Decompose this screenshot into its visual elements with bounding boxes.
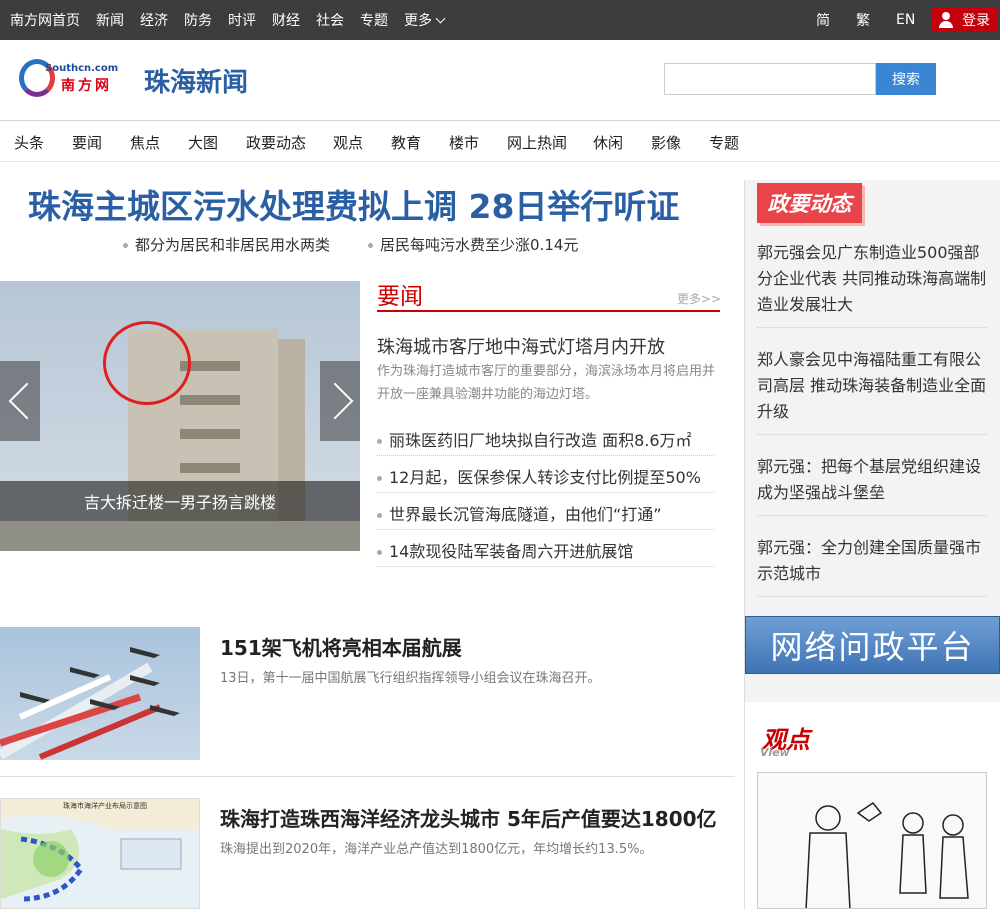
nav-item-hot[interactable]: 网上热闻 — [507, 132, 567, 153]
slide-next-arrow-icon[interactable] — [320, 361, 360, 441]
bullet-icon — [368, 243, 373, 248]
slide-highlight-circle — [103, 321, 191, 405]
top-nav-society[interactable]: 社会 — [316, 10, 344, 30]
yaowen-lead-title[interactable]: 珠海城市客厅地中海式灯塔月内开放 — [377, 333, 665, 359]
slide-prev-arrow-icon[interactable] — [0, 361, 40, 441]
airshow-jets-image — [0, 627, 200, 760]
story-1-title[interactable]: 151架飞机将亮相本届航展 — [220, 632, 462, 661]
top-nav-more[interactable]: 更多 — [404, 10, 446, 30]
login-label: 登录 — [962, 13, 990, 29]
yaowen-title: 要闻 — [377, 284, 423, 310]
list-item[interactable]: 丽珠医药旧厂地块拟自行改造 面积8.6万㎡ — [377, 419, 714, 456]
headline-sub-1[interactable]: 都分为居民和非居民用水两类 — [123, 234, 330, 255]
site-logo[interactable]: Southcn.com 南方网 — [19, 57, 124, 99]
marine-map-graphic — [1, 799, 199, 902]
wenzheng-platform-banner[interactable]: 网络问政平台 — [745, 616, 1000, 674]
top-nav-home[interactable]: 南方网首页 — [10, 10, 80, 30]
search-input[interactable] — [664, 63, 876, 95]
lang-english[interactable]: EN — [896, 0, 915, 40]
cartoon-figures-image — [805, 801, 969, 908]
sidebar-item-3[interactable]: 郭元强：把每个基层党组织建设成为坚强战斗堡垒 — [757, 454, 987, 516]
nav-item-specials[interactable]: 专题 — [709, 132, 739, 153]
bullet-icon — [123, 243, 128, 248]
marine-map-image[interactable]: 珠海市海洋产业布局示意图 — [0, 798, 200, 909]
nav-item-pictures[interactable]: 大图 — [188, 132, 218, 153]
politics-badge: 政要动态 — [757, 183, 862, 223]
nav-item-focus[interactable]: 焦点 — [130, 132, 160, 153]
story-1-desc: 13日，第十一届中国航展飞行组织指挥领导小组会议在珠海召开。 — [220, 671, 601, 686]
story-2-desc: 珠海提出到2020年，海洋产业总产值达到1800亿元，年均增长约13.5%。 — [220, 842, 653, 857]
story-divider — [0, 776, 735, 777]
search-button[interactable]: 搜索 — [876, 63, 936, 95]
bullet-icon — [377, 550, 382, 555]
top-bar: 南方网首页 新闻 经济 防务 时评 财经 社会 专题 更多 简 繁 EN 登录 — [0, 0, 1000, 40]
top-nav-defense[interactable]: 防务 — [184, 10, 212, 30]
headline-title[interactable]: 珠海主城区污水处理费拟上调 28日举行听证 — [28, 180, 679, 228]
list-item[interactable]: 世界最长沉管海底隧道，由他们“打通” — [377, 493, 714, 530]
sidebar-item-1[interactable]: 郭元强会见广东制造业500强部分企业代表 共同推动珠海高端制造业发展壮大 — [757, 240, 987, 328]
top-nav-more-label: 更多 — [404, 13, 432, 29]
airshow-image[interactable] — [0, 627, 200, 760]
chevron-down-icon — [435, 13, 446, 24]
nav-item-headlines[interactable]: 头条 — [14, 132, 44, 153]
photo-slideshow[interactable]: 吉大拆迁楼一男子扬言跳楼 — [0, 281, 360, 551]
bullet-icon — [377, 513, 382, 518]
logo-cn-text: 南方网 — [61, 78, 112, 94]
top-nav-finance[interactable]: 财经 — [272, 10, 300, 30]
headline-sub-1-text: 都分为居民和非居民用水两类 — [135, 236, 331, 254]
nav-item-leisure[interactable]: 休闲 — [593, 132, 623, 153]
nav-item-opinion[interactable]: 观点 — [333, 132, 363, 153]
list-item-text: 14款现役陆军装备周六开进航展馆 — [389, 542, 634, 561]
bullet-icon — [377, 476, 382, 481]
nav-item-property[interactable]: 楼市 — [449, 132, 479, 153]
headline-sub-2-text: 居民每吨污水费至少涨0.14元 — [380, 236, 579, 254]
sidebar-item-2[interactable]: 郑人豪会见中海福陆重工有限公司高层 推动珠海装备制造业全面升级 — [757, 347, 987, 435]
top-nav-economy[interactable]: 经济 — [140, 10, 168, 30]
nav-item-education[interactable]: 教育 — [391, 132, 421, 153]
yaowen-divider — [377, 310, 720, 312]
list-item-text: 12月起，医保参保人转诊支付比例提至50% — [389, 468, 701, 487]
list-item[interactable]: 12月起，医保参保人转诊支付比例提至50% — [377, 456, 714, 493]
yaowen-lead-desc: 作为珠海打造城市客厅的重要部分，海滨泳场本月将启用并开放一座兼具验潮井功能的海边… — [377, 364, 716, 402]
top-nav-news[interactable]: 新闻 — [96, 10, 124, 30]
list-item[interactable]: 14款现役陆军装备周六开进航展馆 — [377, 530, 714, 567]
page-title: 珠海新闻 — [144, 68, 249, 98]
sidebar-item-4[interactable]: 郭元强：全力创建全国质量强市示范城市 — [757, 535, 987, 597]
top-nav-commentary[interactable]: 时评 — [228, 10, 256, 30]
slide-balcony — [180, 463, 240, 473]
lang-simplified[interactable]: 简 — [816, 0, 830, 40]
nav-item-important[interactable]: 要闻 — [72, 132, 102, 153]
nav-item-images[interactable]: 影像 — [651, 132, 681, 153]
lang-traditional[interactable]: 繁 — [856, 0, 870, 40]
user-icon — [938, 12, 954, 28]
top-nav: 南方网首页 新闻 经济 防务 时评 财经 社会 专题 更多 — [10, 0, 460, 40]
list-item-text: 丽珠医药旧厂地块拟自行改造 面积8.6万㎡ — [389, 431, 692, 450]
bullet-icon — [377, 439, 382, 444]
top-nav-topics[interactable]: 专题 — [360, 10, 388, 30]
logo-en-text: Southcn.com — [45, 63, 119, 74]
view-logo-en: View — [760, 746, 790, 759]
slide-crowd — [0, 521, 360, 551]
story-2-title[interactable]: 珠海打造珠西海洋经济龙头城市 5年后产值要达1800亿 — [220, 803, 717, 832]
slide-balcony — [180, 429, 240, 439]
opinion-cartoon-image[interactable] — [757, 772, 987, 909]
main-nav: 头条 要闻 焦点 大图 政要动态 观点 教育 楼市 网上热闻 休闲 影像 专题 — [0, 120, 1000, 162]
login-button[interactable]: 登录 — [931, 8, 997, 32]
headline-sub-2[interactable]: 居民每吨污水费至少涨0.14元 — [368, 234, 578, 255]
map-label: 珠海市海洋产业布局示意图 — [63, 802, 147, 810]
slide-balcony — [180, 395, 240, 405]
list-item-text: 世界最长沉管海底隧道，由他们“打通” — [389, 505, 662, 524]
nav-item-politics[interactable]: 政要动态 — [246, 132, 306, 153]
slide-caption[interactable]: 吉大拆迁楼一男子扬言跳楼 — [0, 481, 360, 521]
yaowen-more-link[interactable]: 更多>> — [677, 290, 721, 307]
